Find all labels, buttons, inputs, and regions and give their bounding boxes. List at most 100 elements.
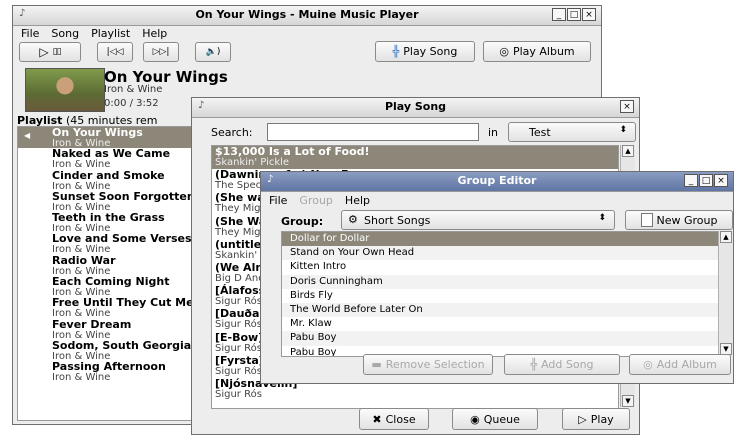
add-album-button[interactable]: ◎ Add Album bbox=[629, 354, 731, 375]
remove-selection-button[interactable]: ▬ Remove Selection bbox=[363, 354, 493, 375]
queue-icon: ◉ bbox=[470, 412, 480, 426]
playlist-item[interactable]: Passing Afternoon Iron & Wine bbox=[18, 361, 208, 384]
group-list-item[interactable]: Doris Cunningham bbox=[282, 274, 722, 289]
new-group-button[interactable]: New Group bbox=[625, 210, 733, 230]
maximize-icon[interactable]: □ bbox=[567, 8, 581, 21]
group-list-item[interactable]: Pabu Boy bbox=[282, 331, 722, 346]
group-list-item[interactable]: Kitten Intro bbox=[282, 260, 722, 274]
queue-label: Queue bbox=[483, 412, 520, 426]
group-list-item[interactable]: Birds Fly bbox=[282, 289, 722, 303]
add-song-button[interactable]: ╬ Add Song bbox=[504, 354, 620, 375]
play-album-button[interactable]: ◎ Play Album bbox=[483, 41, 591, 62]
play-icon: ▷ bbox=[578, 412, 587, 426]
song-artist: Sigur Rós bbox=[215, 388, 262, 400]
search-scope-select[interactable]: Test ⬍ bbox=[508, 122, 636, 142]
close-icon[interactable]: × bbox=[582, 8, 596, 21]
next-button[interactable]: ▷▷| bbox=[143, 42, 179, 62]
in-label: in bbox=[488, 126, 499, 139]
remove-icon: ▬ bbox=[371, 358, 382, 371]
group-select[interactable]: ⚙ Short Songs ⬍ bbox=[341, 210, 615, 230]
group-list-item[interactable]: Stand on Your Own Head bbox=[282, 246, 722, 261]
group-gear-icon: ⚙ bbox=[348, 213, 358, 226]
playlist-item[interactable]: Teeth in the Grass Iron & Wine bbox=[18, 212, 208, 234]
volume-icon: 🔈) bbox=[205, 47, 221, 57]
search-scope-value: Test bbox=[529, 126, 551, 139]
group-label: Group: bbox=[281, 215, 324, 228]
playlist-item[interactable]: Sunset Soon Forgotten Iron & Wine bbox=[18, 190, 208, 212]
add-album-label: Add Album bbox=[656, 358, 717, 371]
play-song-icon: ╬ bbox=[392, 45, 400, 58]
next-icon: ▷▷| bbox=[152, 47, 170, 57]
playing-indicator-icon: ◀ bbox=[24, 131, 31, 140]
close-label: Close bbox=[385, 412, 416, 426]
group-menubar: File Group Help bbox=[261, 192, 733, 209]
close-icon[interactable]: × bbox=[714, 174, 728, 187]
new-group-label: New Group bbox=[656, 213, 718, 227]
combo-arrows-icon: ⬍ bbox=[619, 125, 627, 135]
song-artist: Skankin' Pickle bbox=[215, 157, 290, 168]
menu-playlist[interactable]: Playlist bbox=[91, 27, 130, 40]
combo-arrows-icon: ⬍ bbox=[598, 213, 606, 223]
add-song-label: Add Song bbox=[541, 358, 594, 371]
group-editor-window: ♪ Group Editor _ □ × File Group Help Gro… bbox=[260, 171, 734, 384]
minimize-icon[interactable]: _ bbox=[684, 174, 698, 187]
add-song-icon: ╬ bbox=[530, 358, 538, 371]
main-menubar: File Song Playlist Help bbox=[13, 25, 601, 42]
playlist-item[interactable]: Free Until They Cut Me DownIron & Wine bbox=[18, 297, 208, 319]
play-song-button[interactable]: ╬ Play Song bbox=[375, 41, 475, 62]
playlist-item[interactable]: Naked as We Came Iron & Wine bbox=[18, 148, 208, 170]
playlist-item-artist: Iron & Wine bbox=[52, 372, 111, 384]
playlist-item-title: Radio War bbox=[52, 253, 116, 267]
group-list-item[interactable]: The World Before Later On bbox=[282, 302, 722, 318]
minimize-icon[interactable]: _ bbox=[552, 8, 566, 21]
new-document-icon bbox=[640, 213, 653, 227]
group-select-value: Short Songs bbox=[364, 214, 431, 227]
group-list-item[interactable]: Mr. Klaw bbox=[282, 317, 722, 331]
menu-song[interactable]: Song bbox=[51, 27, 79, 40]
menu-help[interactable]: Help bbox=[345, 194, 370, 207]
play-song-title: Play Song bbox=[384, 100, 447, 113]
close-button[interactable]: ✖ Close bbox=[359, 408, 429, 430]
play-song-label: Play Song bbox=[403, 45, 458, 58]
playlist-item[interactable]: Each Coming Night Iron & Wine bbox=[18, 276, 208, 298]
playlist-item[interactable]: Cinder and Smoke Iron & Wine bbox=[18, 168, 208, 191]
now-playing-artist: Iron & Wine bbox=[104, 84, 163, 95]
menu-file[interactable]: File bbox=[269, 194, 287, 207]
group-editor-titlebar[interactable]: ♪ Group Editor _ □ × bbox=[261, 172, 733, 192]
scroll-up-icon[interactable]: ▲ bbox=[720, 231, 732, 243]
song-list-item[interactable]: $13,000 Is a Lot of Food! Skankin' Pickle bbox=[212, 146, 618, 170]
group-list-item[interactable]: Dollar for Dollar bbox=[282, 232, 722, 247]
playlist[interactable]: ◀ On Your Wings Iron & Wine Naked as We Cam… bbox=[17, 126, 209, 421]
previous-button[interactable]: |◁◁ bbox=[97, 42, 133, 62]
play-label: Play bbox=[590, 412, 614, 426]
group-song-list[interactable]: Dollar for Dollar Stand on Your Own Head K… bbox=[281, 231, 723, 357]
search-input[interactable] bbox=[267, 123, 479, 141]
playlist-item-title: Cinder and Smoke bbox=[52, 168, 165, 182]
playlist-item[interactable]: Love and Some Verses Iron & Wine bbox=[18, 233, 208, 255]
main-titlebar[interactable]: ♪ On Your Wings - Muine Music Player _ □… bbox=[13, 6, 601, 26]
previous-icon: |◁◁ bbox=[106, 47, 124, 57]
play-album-label: Play Album bbox=[512, 45, 575, 58]
play-button[interactable]: ▷ Play bbox=[562, 408, 630, 430]
play-song-titlebar[interactable]: ♪ Play Song × bbox=[192, 98, 639, 118]
maximize-icon[interactable]: □ bbox=[699, 174, 713, 187]
play-pause-button[interactable]: ▷ ▯▯ bbox=[19, 42, 81, 62]
scroll-down-icon[interactable]: ▼ bbox=[622, 395, 634, 407]
now-playing-time: 0:00 / 3:52 bbox=[104, 98, 159, 109]
volume-button[interactable]: 🔈) bbox=[195, 42, 231, 62]
search-label: Search: bbox=[211, 126, 253, 139]
group-list-scrollbar[interactable]: ▲ ▼ bbox=[718, 231, 733, 355]
menu-file[interactable]: File bbox=[21, 27, 39, 40]
queue-button[interactable]: ◉ Queue bbox=[452, 408, 538, 430]
scroll-up-icon[interactable]: ▲ bbox=[622, 145, 634, 157]
menu-group: Group bbox=[299, 194, 333, 207]
album-art bbox=[25, 68, 105, 112]
playlist-item[interactable]: Radio War Iron & Wine bbox=[18, 253, 208, 276]
playlist-item[interactable]: ◀ On Your Wings Iron & Wine bbox=[18, 127, 208, 149]
playlist-item[interactable]: Fever Dream Iron & Wine bbox=[18, 317, 208, 340]
menu-help[interactable]: Help bbox=[142, 27, 167, 40]
close-icon[interactable]: × bbox=[620, 100, 634, 113]
playlist-item-title: Fever Dream bbox=[52, 317, 132, 331]
remove-selection-label: Remove Selection bbox=[385, 358, 485, 371]
playlist-item[interactable]: Sodom, South Georgia Iron & Wine bbox=[18, 339, 208, 361]
